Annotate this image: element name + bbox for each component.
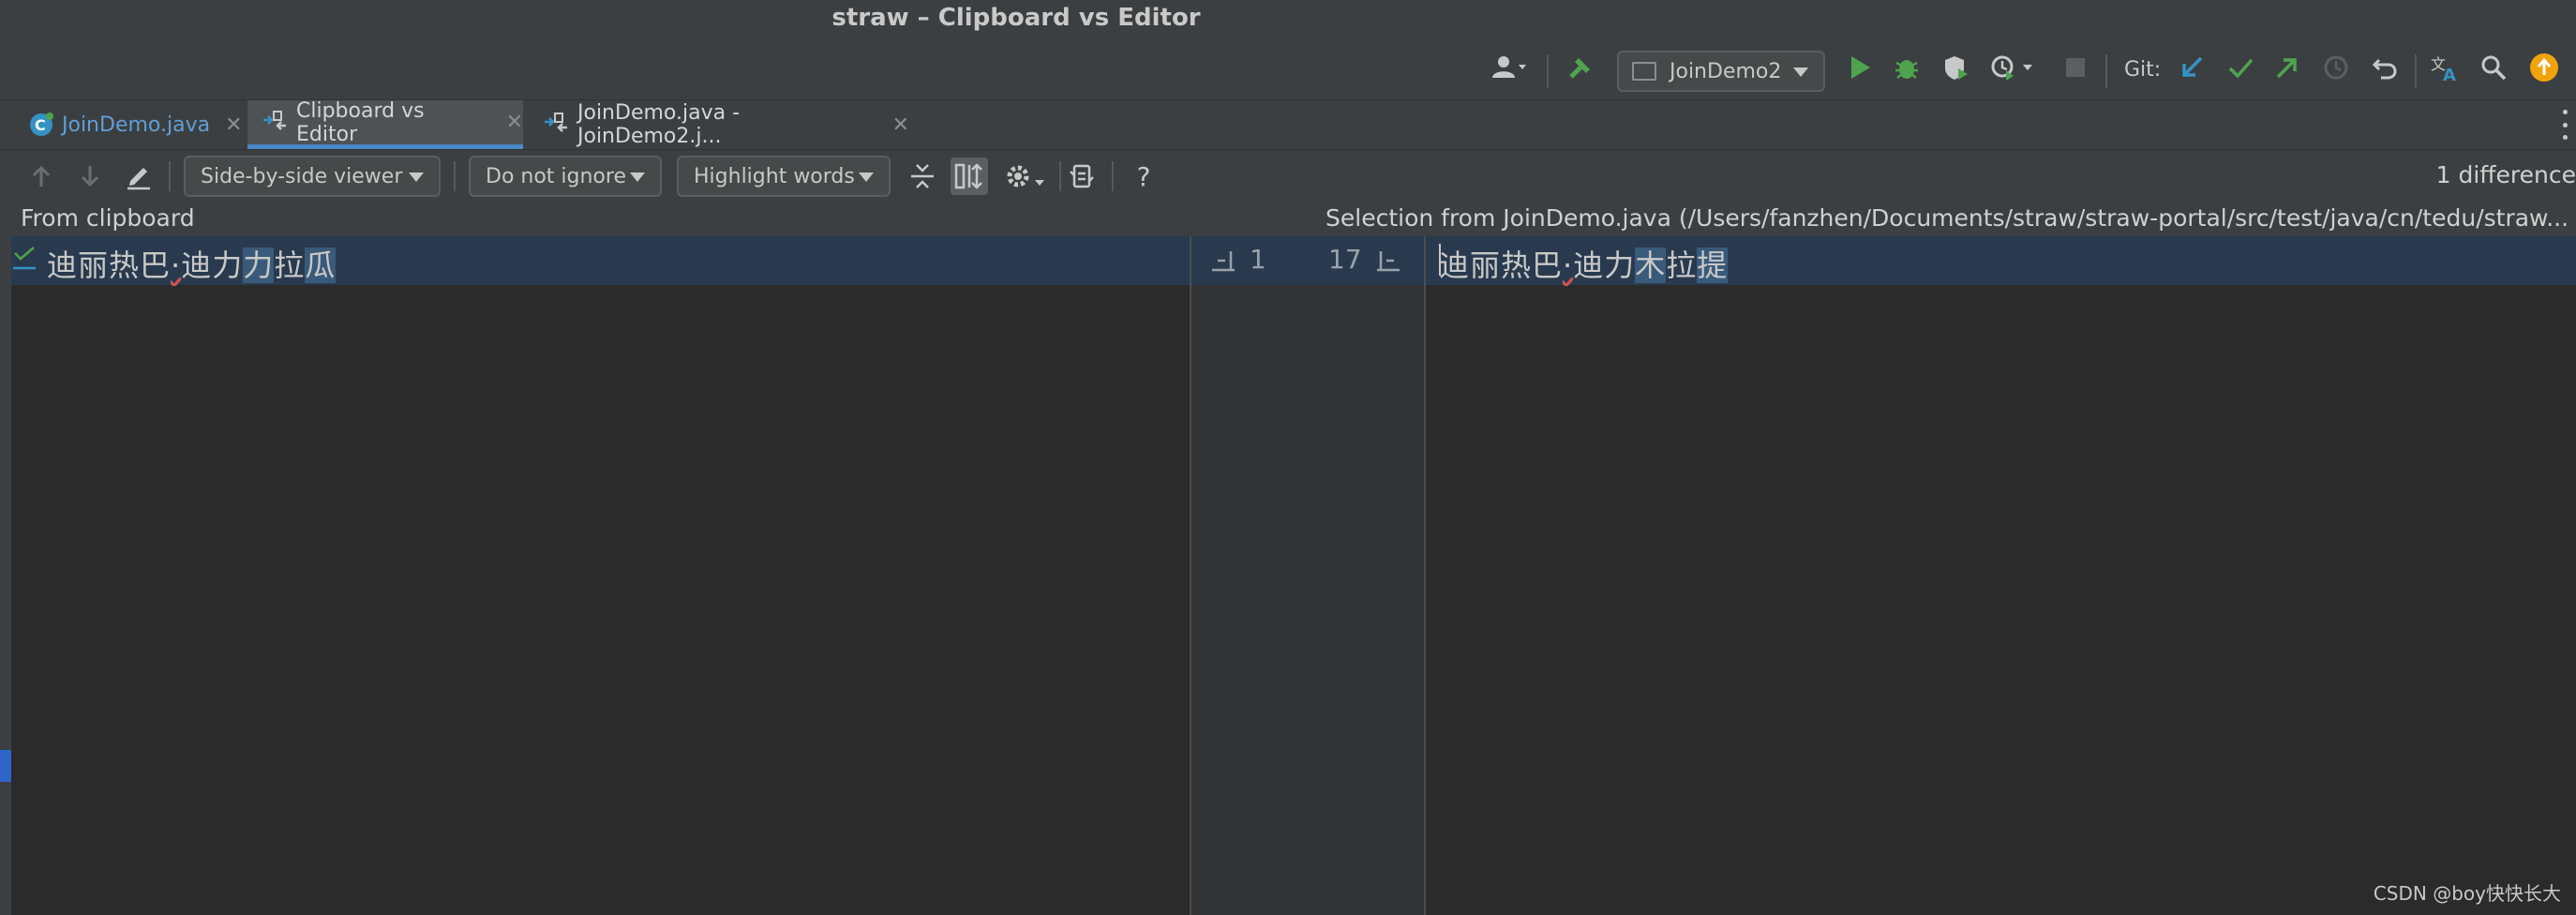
chevron-down-icon [859,172,874,182]
more-tabs-icon[interactable] [2559,110,2570,140]
text-segment: 迪力 [1573,248,1636,283]
edit-pencil-icon[interactable] [120,158,157,195]
git-label: Git: [2124,58,2162,82]
right-pane-title: Selection from JoinDemo.java (/Users/fan… [1325,204,2569,232]
main-toolbar: JoinDemo2 Git: 文A [0,36,2576,99]
right-line-text: 迪丽热巴·迪力木拉提 [1439,242,1729,285]
text-segment: 迪力 [181,248,244,283]
run-config-label: JoinDemo2 [1670,59,1782,83]
difference-count: 1 difference [2435,161,2576,188]
tab-label: JoinDemo.java [62,112,211,137]
changed-word: 提 [1697,248,1729,283]
right-change-marker-icon[interactable] [1375,248,1400,272]
text-segment: 迪丽热巴 [1439,248,1564,283]
next-difference-icon[interactable] [71,158,109,195]
stop-icon[interactable] [2057,49,2094,86]
editor-tab-bar: C JoinDemo.java ✕ Clipboard vs Editor ✕ … [0,99,2576,150]
text-segment: · [1563,248,1574,283]
selection-marker [0,750,11,782]
git-history-clock-icon[interactable] [2317,49,2355,86]
git-push-arrow-icon[interactable] [2269,49,2306,86]
chevron-down-icon [1793,68,1808,77]
compare-clipboard-icon[interactable] [1063,158,1101,195]
git-update-arrow-icon[interactable] [2173,49,2210,86]
svg-text:A: A [2443,66,2456,82]
toolbar-separator [1112,161,1114,191]
toolbar-separator [1059,161,1061,191]
diff-icon [542,111,570,139]
diff-toolbar: Side-by-side viewer Do not ignore Highli… [0,150,2576,202]
user-menu-icon[interactable] [1481,49,1537,86]
synchronize-scrolling-icon[interactable] [951,158,988,195]
close-icon[interactable]: ✕ [892,113,909,137]
diff-pane-headers: From clipboard Selection from JoinDemo.j… [0,202,2576,236]
debug-bug-icon[interactable] [1888,49,1925,86]
rollback-undo-icon[interactable] [2366,49,2404,86]
changed-line-gutter: 1 17 [1191,236,1424,285]
text-segment: · [171,248,182,283]
update-available-icon[interactable] [2525,49,2563,86]
highlight-mode-select[interactable]: Highlight words [677,156,891,197]
left-line-text: 迪丽热巴·迪力力拉瓜 [47,242,337,285]
changed-line: 迪丽热巴·迪力木拉提 [1426,236,2576,285]
changed-word: 力 [243,248,275,283]
left-diff-pane[interactable]: 迪丽热巴·迪力力拉瓜 [11,236,1190,915]
text-segment: 拉 [1666,248,1698,283]
tab-label: Clipboard vs Editor [296,98,425,146]
text-segment: 迪丽热巴 [47,248,172,283]
watermark: CSDN @boy快快长大 [2373,882,2561,905]
help-icon[interactable]: ? [1125,158,1162,195]
right-diff-pane[interactable]: 迪丽热巴·迪力木拉提 [1426,236,2576,915]
ignore-whitespace-select[interactable]: Do not ignore [469,156,662,197]
search-icon[interactable] [2475,49,2512,86]
close-icon[interactable]: ✕ [506,111,523,134]
svg-text:C: C [35,116,46,134]
git-commit-check-icon[interactable] [2222,49,2259,86]
left-pane-title: From clipboard [21,204,195,232]
left-line-number: 1 [1250,244,1266,275]
toolbar-separator [454,161,456,191]
changed-word: 木 [1635,248,1667,283]
changed-line: 迪丽热巴·迪力力拉瓜 [11,236,1190,285]
window-title: straw – Clipboard vs Editor [831,4,1201,32]
tab-clipboard-vs-editor[interactable]: Clipboard vs Editor ✕ [247,98,523,149]
tab-joindemo-joindemo2[interactable]: JoinDemo.java - JoinDemo2.j... ✕ [531,100,909,149]
tab-label: JoinDemo.java - JoinDemo2.j... [577,101,741,148]
profiler-icon[interactable] [1984,49,2040,86]
chevron-down-icon [630,172,645,182]
changed-word: 瓜 [305,248,337,283]
toolbar-separator [169,161,171,191]
previous-difference-icon[interactable] [22,158,60,195]
settings-gear-icon[interactable] [1001,158,1050,195]
run-configuration-select[interactable]: JoinDemo2 [1617,51,1825,92]
left-change-marker-icon[interactable] [1210,248,1235,272]
toolbar-separator [1547,54,1549,88]
java-class-icon: C [28,111,54,139]
toolbar-separator [2105,54,2107,88]
translate-icon[interactable]: 文A [2426,49,2464,86]
config-icon [1632,62,1656,81]
title-bar: straw – Clipboard vs Editor [0,0,2576,36]
build-hammer-icon[interactable] [1562,49,1599,86]
close-icon[interactable]: ✕ [225,113,242,137]
viewer-mode-label: Side-by-side viewer [201,164,403,188]
checkmark-icon[interactable] [13,246,37,270]
diff-icon [261,109,289,137]
collapse-unchanged-icon[interactable] [904,158,941,195]
viewer-mode-select[interactable]: Side-by-side viewer [184,156,441,197]
text-segment: 拉 [274,248,306,283]
run-icon[interactable] [1841,49,1879,86]
diff-gutter: 1 17 [1190,236,1426,915]
toolbar-separator [2415,54,2417,88]
tab-joindemo-java[interactable]: C JoinDemo.java ✕ [17,100,243,149]
coverage-icon[interactable] [1937,49,1974,86]
ignore-label: Do not ignore [486,164,626,188]
side-panel-edge [0,236,11,915]
right-line-number: 17 [1328,244,1362,275]
chevron-down-icon [409,172,424,182]
highlight-label: Highlight words [694,164,855,188]
